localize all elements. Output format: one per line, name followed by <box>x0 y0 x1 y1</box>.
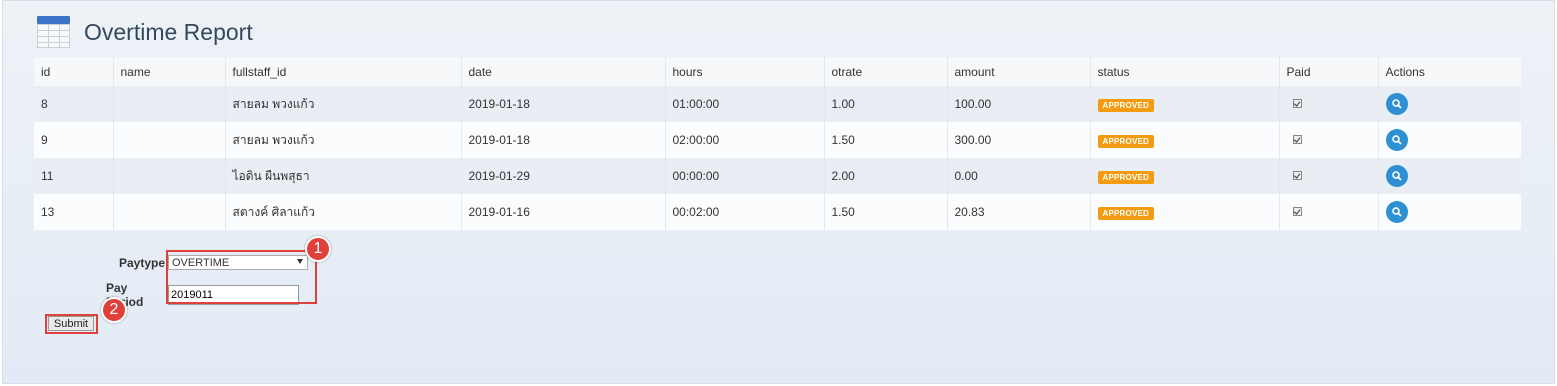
cell-date: 2019-01-16 <box>461 194 666 230</box>
view-button[interactable] <box>1385 201 1408 223</box>
cell-actions <box>1378 86 1521 122</box>
paid-checkbox[interactable] <box>1292 99 1302 108</box>
cell-status: APPROVED <box>1090 194 1280 230</box>
cell-date: 2019-01-18 <box>461 122 666 158</box>
cell-id: 9 <box>34 122 114 158</box>
cell-amount: 20.83 <box>947 194 1091 230</box>
column-header-date[interactable]: date <box>461 57 666 86</box>
search-icon <box>1391 171 1402 181</box>
view-button[interactable] <box>1385 165 1408 187</box>
cell-actions <box>1378 194 1521 230</box>
table-header-row: id name fullstaff_id date hours otrate a… <box>34 57 1521 86</box>
cell-status: APPROVED <box>1090 158 1280 194</box>
cell-status: APPROVED <box>1090 122 1280 158</box>
callout-badge-2: 2 <box>101 297 127 323</box>
table-row: 11 ไอดิน ผืนพสุธา 2019-01-29 00:00:00 2.… <box>34 158 1521 194</box>
table-row: 13 สตางค์ ศิลาแก้ว 2019-01-16 00:02:00 1… <box>34 194 1521 230</box>
column-header-name[interactable]: name <box>113 57 226 86</box>
cell-otrate: 1.50 <box>824 194 948 230</box>
cell-fullstaff-id: ไอดิน ผืนพสุธา <box>225 158 462 194</box>
cell-otrate: 2.00 <box>824 158 948 194</box>
table-row: 9 สายลม พวงแก้ว 2019-01-18 02:00:00 1.50… <box>34 122 1521 158</box>
cell-fullstaff-id: สตางค์ ศิลาแก้ว <box>225 194 462 230</box>
cell-amount: 300.00 <box>947 122 1091 158</box>
cell-hours: 00:02:00 <box>665 194 825 230</box>
cell-amount: 0.00 <box>947 158 1091 194</box>
cell-status: APPROVED <box>1090 86 1280 122</box>
cell-name <box>113 194 226 230</box>
paid-checkbox[interactable] <box>1292 135 1302 144</box>
cell-paid <box>1279 194 1379 230</box>
cell-hours: 01:00:00 <box>665 86 825 122</box>
cell-fullstaff-id: สายลม พวงแก้ว <box>225 86 462 122</box>
page-header: Overtime Report <box>37 15 253 49</box>
column-header-id[interactable]: id <box>34 57 114 86</box>
paytype-label: Paytype <box>119 255 166 270</box>
cell-date: 2019-01-18 <box>461 86 666 122</box>
cell-id: 11 <box>34 158 114 194</box>
cell-hours: 02:00:00 <box>665 122 825 158</box>
table-row: 8 สายลม พวงแก้ว 2019-01-18 01:00:00 1.00… <box>34 86 1521 122</box>
status-badge: APPROVED <box>1097 206 1154 220</box>
column-header-paid[interactable]: Paid <box>1279 57 1379 86</box>
cell-amount: 100.00 <box>947 86 1091 122</box>
overtime-table: id name fullstaff_id date hours otrate a… <box>34 57 1521 230</box>
search-icon <box>1391 99 1402 109</box>
cell-id: 13 <box>34 194 114 230</box>
cell-otrate: 1.00 <box>824 86 948 122</box>
status-badge: APPROVED <box>1097 134 1154 148</box>
column-header-fullstaff-id[interactable]: fullstaff_id <box>225 57 462 86</box>
cell-hours: 00:00:00 <box>665 158 825 194</box>
column-header-actions: Actions <box>1378 57 1521 86</box>
paid-checkbox[interactable] <box>1292 207 1302 216</box>
cell-paid <box>1279 158 1379 194</box>
cell-paid <box>1279 86 1379 122</box>
cell-otrate: 1.50 <box>824 122 948 158</box>
cell-paid <box>1279 122 1379 158</box>
page-title: Overtime Report <box>84 18 253 45</box>
callout-badge-1: 1 <box>305 236 331 262</box>
view-button[interactable] <box>1385 93 1408 115</box>
paid-checkbox[interactable] <box>1292 171 1302 180</box>
view-button[interactable] <box>1385 129 1408 151</box>
column-header-otrate[interactable]: otrate <box>824 57 948 86</box>
cell-name <box>113 158 226 194</box>
column-header-amount[interactable]: amount <box>947 57 1091 86</box>
table-icon <box>37 16 70 48</box>
cell-fullstaff-id: สายลม พวงแก้ว <box>225 122 462 158</box>
cell-id: 8 <box>34 86 114 122</box>
column-header-hours[interactable]: hours <box>665 57 825 86</box>
cell-name <box>113 86 226 122</box>
column-header-status[interactable]: status <box>1090 57 1280 86</box>
search-icon <box>1391 207 1402 217</box>
cell-actions <box>1378 158 1521 194</box>
highlight-box-form <box>166 250 317 304</box>
cell-date: 2019-01-29 <box>461 158 666 194</box>
cell-actions <box>1378 122 1521 158</box>
cell-name <box>113 122 226 158</box>
highlight-box-submit <box>45 314 98 334</box>
search-icon <box>1391 135 1402 145</box>
status-badge: APPROVED <box>1097 170 1154 184</box>
status-badge: APPROVED <box>1097 98 1154 112</box>
